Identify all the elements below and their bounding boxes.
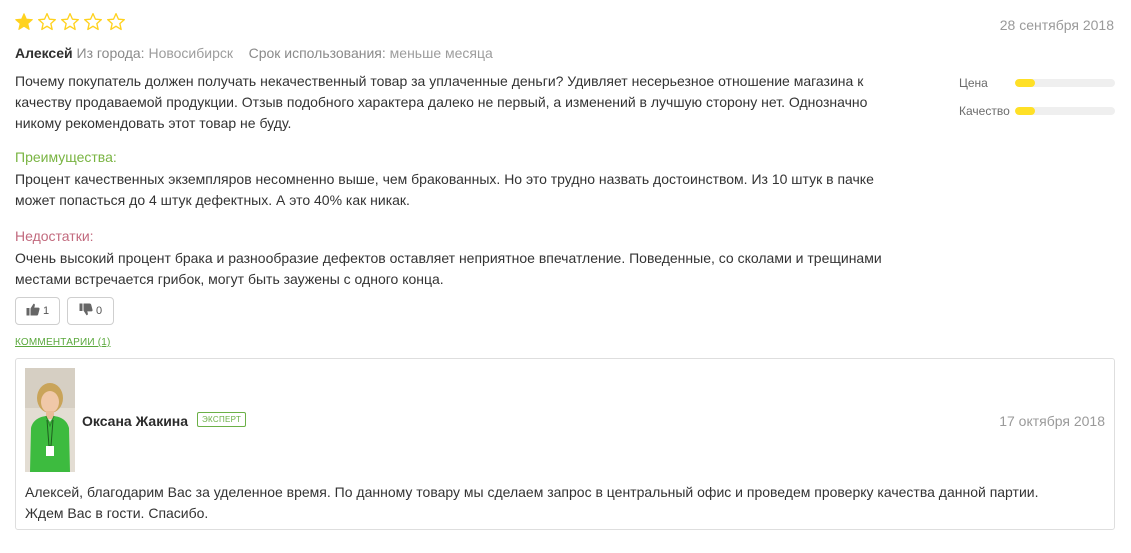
review-text-line: Почему покупатель должен получать некаче… xyxy=(15,73,864,89)
thumbs-up-icon xyxy=(26,303,40,319)
author-name: Алексей xyxy=(15,45,73,61)
rating-label: Качество xyxy=(959,104,1010,118)
rating-bar xyxy=(1015,79,1115,87)
rating-bar-fill xyxy=(1015,107,1035,115)
usage-label: Срок использования: xyxy=(248,45,386,61)
review-text: Почему покупатель должен получать некаче… xyxy=(15,71,945,134)
reply-text: Алексей, благодарим Вас за уделенное вре… xyxy=(25,482,1105,524)
like-button[interactable]: 1 xyxy=(15,297,60,325)
avatar xyxy=(25,368,75,472)
rating-bar-fill xyxy=(1015,79,1035,87)
dislike-count: 0 xyxy=(95,305,103,317)
cons-text-line: Очень высокий процент брака и разнообраз… xyxy=(15,250,882,266)
reply-text-line: Ждем Вас в гости. Спасибо. xyxy=(25,505,209,521)
star-filled-icon xyxy=(14,12,34,32)
thumbs-down-icon xyxy=(79,303,93,319)
expert-name: Оксана Жакина xyxy=(82,413,189,429)
star-empty-icon xyxy=(37,12,57,32)
cons-text: Очень высокий процент брака и разнообраз… xyxy=(15,248,945,290)
expert-reply: Оксана Жакина ЭКСПЕРТ 17 октября 2018 Ал… xyxy=(15,358,1115,530)
review-date: 28 сентября 2018 xyxy=(999,17,1114,33)
pros-text-line: Процент качественных экземпляров несомне… xyxy=(15,171,874,187)
like-count: 1 xyxy=(42,305,50,317)
rating-breakdown: Цена Качество xyxy=(959,74,1119,120)
rating-row-price: Цена xyxy=(959,74,1119,92)
usage-value: меньше месяца xyxy=(389,45,493,61)
cons-text-line: местами встречается грибок, могут быть з… xyxy=(15,271,444,287)
review-text-line: качеству продаваемой продукции. Отзыв по… xyxy=(15,94,868,110)
star-empty-icon xyxy=(60,12,80,32)
review-meta: Алексей Из города: Новосибирск Срок испо… xyxy=(15,45,493,61)
star-empty-icon xyxy=(83,12,103,32)
rating-bar xyxy=(1015,107,1115,115)
cons-title: Недостатки: xyxy=(15,228,94,244)
city-label: Из города: xyxy=(76,45,145,61)
reply-date: 17 октября 2018 xyxy=(999,413,1105,429)
review-text-line: никому рекомендовать этот товар не буду. xyxy=(15,115,292,131)
rating-stars xyxy=(14,12,126,32)
reply-text-line: Алексей, благодарим Вас за уделенное вре… xyxy=(25,484,1039,500)
city-value: Новосибирск xyxy=(148,45,234,61)
rating-row-quality: Качество xyxy=(959,102,1119,120)
comments-link[interactable]: КОММЕНТАРИИ (1) xyxy=(15,337,111,348)
pros-text: Процент качественных экземпляров несомне… xyxy=(15,169,945,211)
star-empty-icon xyxy=(106,12,126,32)
dislike-button[interactable]: 0 xyxy=(67,297,114,325)
pros-text-line: может попасться до 4 штук дефектных. А э… xyxy=(15,192,410,208)
rating-label: Цена xyxy=(959,76,988,90)
expert-badge: ЭКСПЕРТ xyxy=(197,412,247,427)
pros-title: Преимущества: xyxy=(15,149,117,165)
